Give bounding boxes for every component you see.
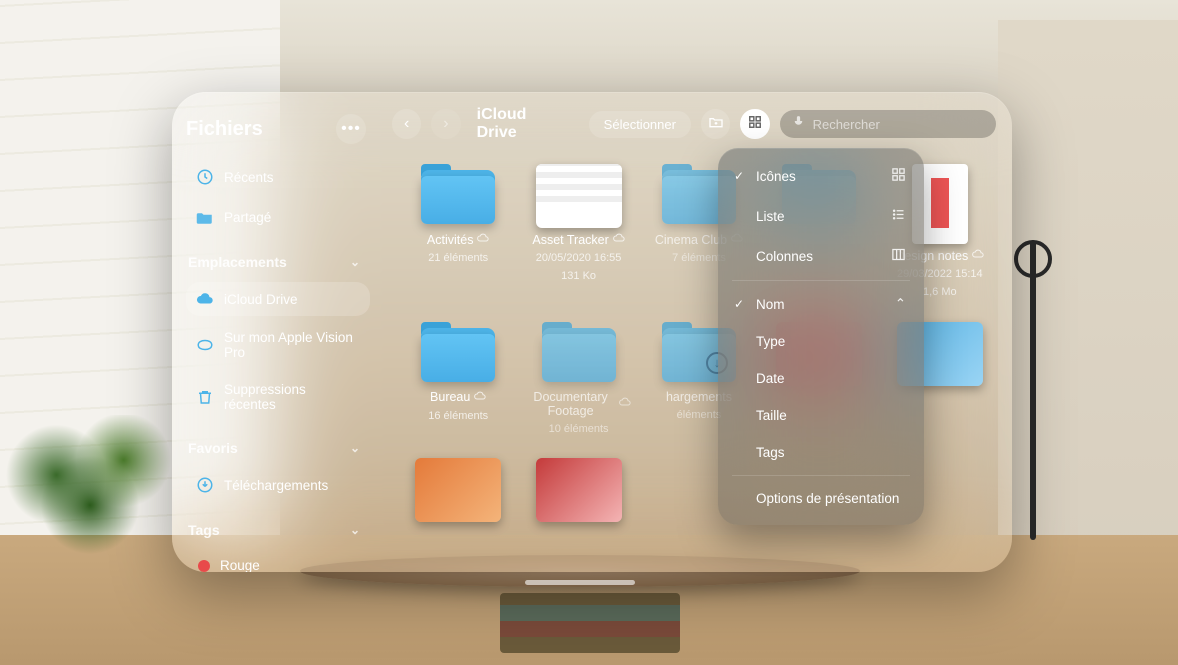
sidebar-item-label: Téléchargements: [224, 478, 328, 493]
folder-icon: [536, 322, 622, 386]
sidebar-item-on-device[interactable]: Sur mon Apple Vision Pro: [186, 322, 370, 368]
sidebar-item-label: iCloud Drive: [224, 292, 298, 307]
view-options-menu: ✓ Icônes Liste Colonnes ✓ Nom ⌃ Type Dat…: [718, 148, 924, 525]
sidebar-item-tag-red[interactable]: Rouge: [186, 550, 370, 572]
select-button[interactable]: Sélectionner: [589, 111, 691, 138]
file-item[interactable]: Documentary Footage 10 éléments: [526, 322, 630, 436]
file-meta: 131 Ko: [561, 269, 596, 283]
folder-icon: [415, 164, 501, 228]
spreadsheet-icon: [536, 164, 622, 228]
folder-plus-icon: [708, 114, 724, 135]
photo-icon: [415, 458, 501, 522]
file-meta: 21 éléments: [428, 251, 488, 265]
download-icon: [196, 476, 214, 494]
search-field[interactable]: [780, 110, 996, 138]
menu-item-sort-tags[interactable]: Tags: [718, 434, 924, 471]
file-item[interactable]: [406, 458, 510, 522]
cloud-status-icon: [477, 232, 489, 247]
file-name: Bureau: [430, 390, 486, 405]
photo-icon: [536, 458, 622, 522]
menu-item-sort-type[interactable]: Type: [718, 323, 924, 360]
shared-folder-icon: [196, 208, 214, 226]
sidebar-item-label: Suppressions récentes: [224, 382, 360, 412]
view-options-button[interactable]: [740, 109, 769, 139]
columns-icon: [891, 247, 906, 265]
folder-icon: [415, 322, 501, 386]
search-input[interactable]: [813, 117, 984, 132]
cloud-status-icon: [474, 390, 486, 405]
sidebar-section-tags[interactable]: Tags ⌄: [186, 508, 370, 544]
menu-item-sort-name[interactable]: ✓ Nom ⌃: [718, 285, 924, 323]
clock-icon: [196, 168, 214, 186]
menu-item-list[interactable]: Liste: [718, 196, 924, 236]
cloud-status-icon: [613, 232, 625, 247]
sidebar-item-label: Rouge: [220, 558, 260, 572]
chevron-up-icon: ⌃: [895, 296, 906, 312]
menu-item-icons[interactable]: ✓ Icônes: [718, 156, 924, 196]
chevron-down-icon: ⌄: [350, 441, 360, 455]
sidebar-item-downloads[interactable]: Téléchargements: [186, 468, 370, 502]
cloud-status-icon: [972, 248, 984, 263]
window-resize-handle[interactable]: [525, 580, 635, 585]
file-meta: 1,6 Mo: [923, 285, 957, 299]
sidebar-item-label: Partagé: [224, 210, 271, 225]
breadcrumb: iCloud Drive: [477, 106, 569, 142]
file-name: Documentary Footage: [526, 390, 630, 418]
chevron-down-icon: ⌄: [350, 255, 360, 269]
sidebar-item-shared[interactable]: Partagé: [186, 200, 370, 234]
cloud-status-icon: [619, 396, 631, 411]
file-item[interactable]: Asset Tracker 20/05/2020 16:55 131 Ko: [526, 164, 630, 300]
sidebar-section-favorites[interactable]: Favoris ⌄: [186, 426, 370, 462]
new-folder-button[interactable]: [701, 109, 730, 139]
sidebar-item-recents[interactable]: Récents: [186, 160, 370, 194]
menu-item-sort-size[interactable]: Taille: [718, 397, 924, 434]
app-title: Fichiers: [186, 118, 263, 141]
sidebar-item-label: Récents: [224, 170, 274, 185]
chevron-left-icon: ‹: [404, 115, 409, 133]
file-name: Activités: [427, 232, 490, 247]
grid-icon: [748, 115, 762, 134]
file-meta: 16 éléments: [428, 409, 488, 423]
file-name: Asset Tracker: [532, 232, 624, 247]
sidebar-item-recently-deleted[interactable]: Suppressions récentes: [186, 374, 370, 420]
file-item[interactable]: Activités 21 éléments: [406, 164, 510, 300]
chevron-right-icon: ›: [443, 115, 448, 133]
back-button[interactable]: ‹: [392, 109, 421, 139]
sidebar-item-icloud[interactable]: iCloud Drive: [186, 282, 370, 316]
sidebar: Fichiers ••• Récents Partagé Emplacement…: [172, 92, 380, 572]
list-icon: [891, 207, 906, 225]
file-meta: 10 éléments: [549, 422, 609, 436]
menu-item-columns[interactable]: Colonnes: [718, 236, 924, 276]
chevron-down-icon: ⌄: [350, 523, 360, 537]
menu-item-presentation-options[interactable]: Options de présentation: [718, 480, 924, 517]
check-icon: ✓: [732, 297, 746, 311]
menu-item-sort-date[interactable]: Date: [718, 360, 924, 397]
file-meta: éléments: [677, 408, 722, 422]
more-button[interactable]: •••: [336, 114, 366, 144]
cloud-icon: [196, 290, 214, 308]
microphone-icon: [792, 115, 805, 133]
file-item[interactable]: Bureau 16 éléments: [406, 322, 510, 436]
tag-dot-icon: [198, 560, 210, 572]
file-meta: 20/05/2020 16:55: [536, 251, 622, 265]
forward-button[interactable]: ›: [431, 109, 460, 139]
sidebar-item-label: Sur mon Apple Vision Pro: [224, 330, 360, 360]
sidebar-section-locations[interactable]: Emplacements ⌄: [186, 240, 370, 276]
ellipsis-icon: •••: [341, 121, 361, 137]
toolbar: ‹ › iCloud Drive Sélectionner: [380, 92, 1012, 154]
check-icon: ✓: [732, 169, 746, 183]
file-item[interactable]: [526, 458, 630, 522]
grid-icon: [891, 167, 906, 185]
headset-icon: [196, 336, 214, 354]
trash-icon: [196, 388, 214, 406]
